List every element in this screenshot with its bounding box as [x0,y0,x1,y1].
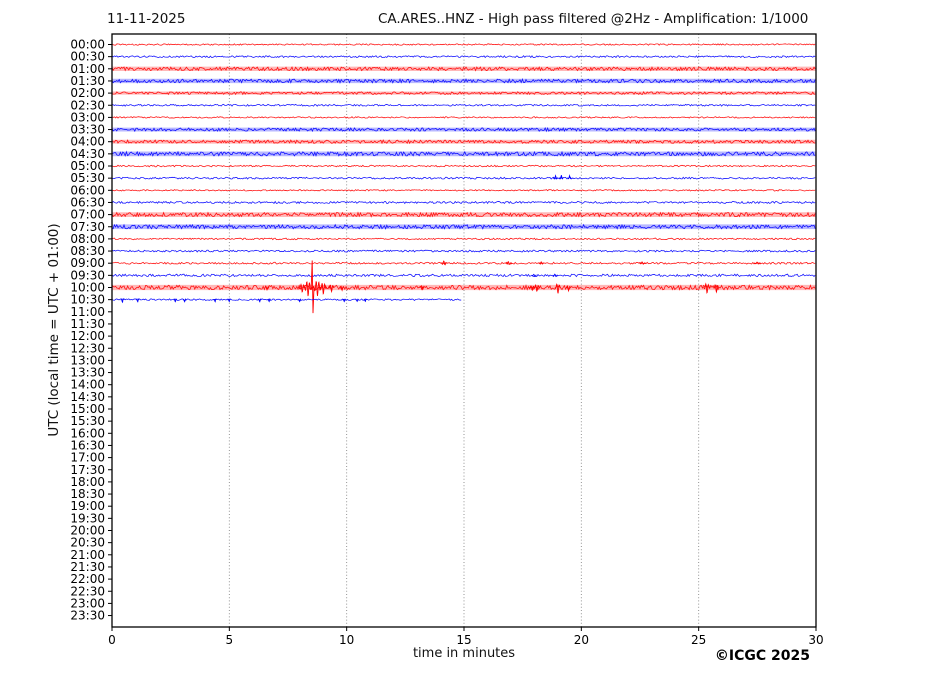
x-tick-label: 10 [339,633,354,647]
trace-line [111,176,816,180]
helicorder-plot: 00:0000:3001:0001:3002:0002:3003:0003:30… [70,33,824,647]
plot-frame [111,33,817,628]
copyright-text: ©ICGC 2025 [714,648,810,664]
event-burst [257,298,262,303]
x-axis-label: time in minutes [412,646,516,661]
y-axis-label: UTC (local time = UTC + 01:00) [46,223,62,437]
x-tick-label: 25 [691,633,706,647]
record-date: 11-11-2025 [107,11,186,27]
trace-line [111,249,816,253]
trace-line [111,189,816,192]
trace-line [111,261,816,265]
event-burst [440,260,448,266]
x-tick-label: 20 [574,633,589,647]
trace-line [111,200,816,205]
page-title: CA.ARES..HNZ - High pass filtered @2Hz -… [378,11,809,27]
helicorder-page: 11-11-2025 CA.ARES..HNZ - High pass filt… [0,0,927,696]
event-burst [363,298,368,303]
event-burst [303,281,313,297]
trace-line [111,55,816,59]
y-tick-label: 23:30 [70,609,105,623]
x-tick-label: 30 [808,633,823,647]
x-tick-label: 0 [108,633,116,647]
x-tick-label: 15 [456,633,471,647]
trace-line [111,298,462,301]
x-tick-label: 5 [226,633,234,647]
